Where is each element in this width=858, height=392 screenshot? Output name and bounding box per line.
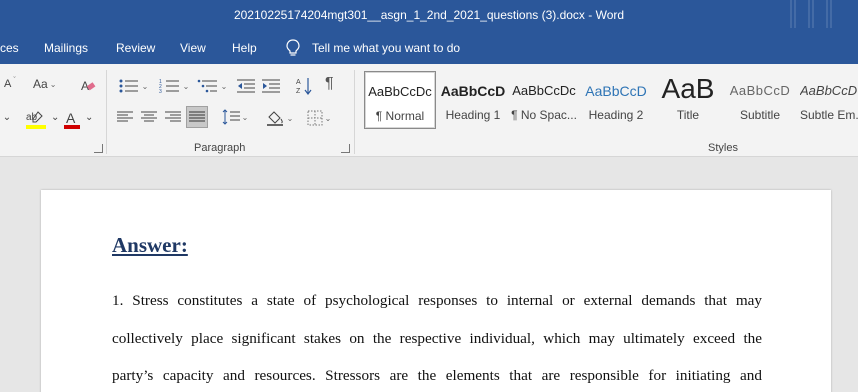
style-sample: AaBbCcDc — [512, 83, 576, 98]
title-bar-decoration — [826, 0, 832, 28]
paragraph-line: 1. Stress constitutes a state of psychol… — [112, 292, 762, 309]
decrease-indent-icon — [237, 79, 255, 93]
chevron-down-icon[interactable]: ⌄ — [51, 112, 59, 123]
style-heading-1[interactable]: AaBbCcD Heading 1 — [437, 71, 509, 129]
group-separator — [354, 70, 355, 154]
show-formatting-marks-button[interactable]: ¶ — [325, 75, 334, 93]
multilevel-list-icon — [197, 79, 217, 93]
tab-review[interactable]: Review — [116, 41, 155, 55]
tab-view[interactable]: View — [180, 41, 206, 55]
style-sample: AaBbCcD — [729, 83, 791, 98]
align-center-button[interactable] — [140, 108, 158, 126]
chevron-down-icon: ⌄ — [286, 113, 294, 123]
style-sample: AaB — [661, 73, 715, 104]
change-case-label: Aa — [33, 77, 48, 91]
align-left-icon — [117, 111, 133, 122]
paint-bucket-icon — [266, 111, 283, 126]
sort-button[interactable]: A Z — [295, 76, 313, 96]
ribbon: Aˇ Aa ⌄ A ⌄ ab ⌄ A ⌄ ⌄ 1 2 3 ⌄ ⌄ A Z ¶ ⌄… — [0, 64, 858, 157]
svg-text:3: 3 — [159, 89, 162, 94]
style-subtle-emphasis[interactable]: AaBbCcD Subtle Em... — [796, 71, 858, 129]
increase-indent-icon — [262, 79, 280, 93]
style-name: Subtitle — [739, 108, 781, 122]
line-spacing-icon — [222, 109, 240, 125]
style-name: ¶ No Spac... — [511, 108, 577, 122]
pilcrow-icon: ¶ — [325, 75, 334, 92]
document-page[interactable]: Answer: 1. Stress constitutes a state of… — [41, 190, 831, 392]
justify-button[interactable] — [186, 106, 208, 128]
svg-text:Z: Z — [296, 88, 301, 95]
highlighter-label: ab — [26, 112, 38, 123]
chevron-down-icon: ⌄ — [182, 81, 190, 91]
font-dialog-launcher-icon[interactable] — [94, 144, 103, 153]
tab-references[interactable]: ces — [0, 41, 19, 55]
tab-mailings[interactable]: Mailings — [44, 41, 88, 55]
tab-help[interactable]: Help — [232, 41, 257, 55]
style-name: Title — [676, 108, 700, 122]
answer-heading: Answer: — [112, 233, 188, 257]
chevron-down-icon: ⌄ — [220, 81, 228, 91]
window-title: 20210225174204mgt301__asgn_1_2nd_2021_qu… — [233, 8, 625, 22]
svg-text:A: A — [296, 79, 301, 86]
font-color-icon: A — [64, 110, 80, 129]
tell-me-search[interactable]: Tell me what you want to do — [312, 41, 460, 55]
shading-button[interactable]: ⌄ — [262, 108, 296, 128]
paragraph-line: party’s capacity and resources. Stressor… — [112, 367, 762, 384]
numbering-button[interactable]: 1 2 3 ⌄ — [156, 76, 192, 96]
style-name: Heading 2 — [588, 108, 644, 122]
eraser-icon: A — [81, 79, 96, 93]
style-name: Heading 1 — [445, 108, 501, 122]
font-color-label: A — [66, 110, 76, 126]
font-color-button[interactable]: A — [62, 108, 82, 132]
style-no-spacing[interactable]: AaBbCcDc ¶ No Spac... — [508, 71, 580, 129]
bullets-button[interactable]: ⌄ — [115, 76, 151, 96]
clear-formatting-button[interactable]: A — [78, 76, 98, 96]
align-left-button[interactable] — [116, 108, 134, 126]
style-heading-2[interactable]: AaBbCcD Heading 2 — [580, 71, 652, 129]
style-sample: AaBbCcDc — [368, 84, 432, 99]
highlight-color-button[interactable]: ab — [24, 108, 50, 132]
align-right-button[interactable] — [164, 108, 182, 126]
style-subtitle[interactable]: AaBbCcD Subtitle — [724, 71, 796, 129]
chevron-down-icon: ⌄ — [141, 81, 149, 91]
document-canvas[interactable]: Answer: 1. Stress constitutes a state of… — [0, 158, 858, 392]
increase-indent-button[interactable] — [261, 77, 281, 95]
borders-button[interactable]: ⌄ — [302, 108, 336, 128]
paragraph-group-label: Paragraph — [194, 142, 246, 154]
styles-group-label: Styles — [708, 142, 738, 154]
chevron-down-icon: ⌄ — [49, 79, 57, 89]
title-bar-decoration — [790, 0, 796, 28]
align-center-icon — [141, 111, 157, 122]
justify-icon — [189, 111, 205, 122]
chevron-down-icon: ⌄ — [241, 112, 249, 122]
bullets-icon — [119, 79, 138, 93]
borders-icon — [307, 110, 323, 126]
line-spacing-button[interactable]: ⌄ — [219, 108, 251, 126]
numbering-icon: 1 2 3 — [159, 79, 179, 94]
title-bar-decoration — [808, 0, 814, 28]
multilevel-list-button[interactable]: ⌄ — [194, 76, 230, 96]
style-name: ¶ Normal — [375, 109, 425, 123]
style-sample: AaBbCcD — [440, 83, 506, 99]
group-separator — [106, 70, 107, 154]
align-right-icon — [165, 111, 181, 122]
chevron-down-icon[interactable]: ⌄ — [85, 112, 93, 123]
sort-icon: A Z — [296, 78, 312, 95]
chevron-down-icon: ⌄ — [324, 113, 332, 123]
style-normal[interactable]: AaBbCcDc ¶ Normal — [364, 71, 436, 129]
style-sample: AaBbCcD — [800, 83, 858, 98]
title-bar: 20210225174204mgt301__asgn_1_2nd_2021_qu… — [0, 0, 858, 32]
style-title[interactable]: AaB Title — [652, 71, 724, 129]
paragraph-dialog-launcher-icon[interactable] — [341, 144, 350, 153]
shrink-font-button[interactable]: Aˇ — [4, 77, 16, 91]
style-sample: AaBbCcD — [585, 83, 647, 99]
change-case-button[interactable]: Aa ⌄ — [33, 77, 56, 91]
highlighter-icon: ab — [26, 111, 46, 129]
chevron-down-icon[interactable]: ⌄ — [0, 112, 14, 123]
lightbulb-icon — [286, 39, 300, 56]
ribbon-tabs: ces Mailings Review View Help Tell me wh… — [0, 32, 858, 64]
style-name: Subtle Em... — [800, 108, 858, 122]
decrease-indent-button[interactable] — [236, 77, 256, 95]
paragraph-line: collectively place significant stakes on… — [112, 330, 762, 347]
